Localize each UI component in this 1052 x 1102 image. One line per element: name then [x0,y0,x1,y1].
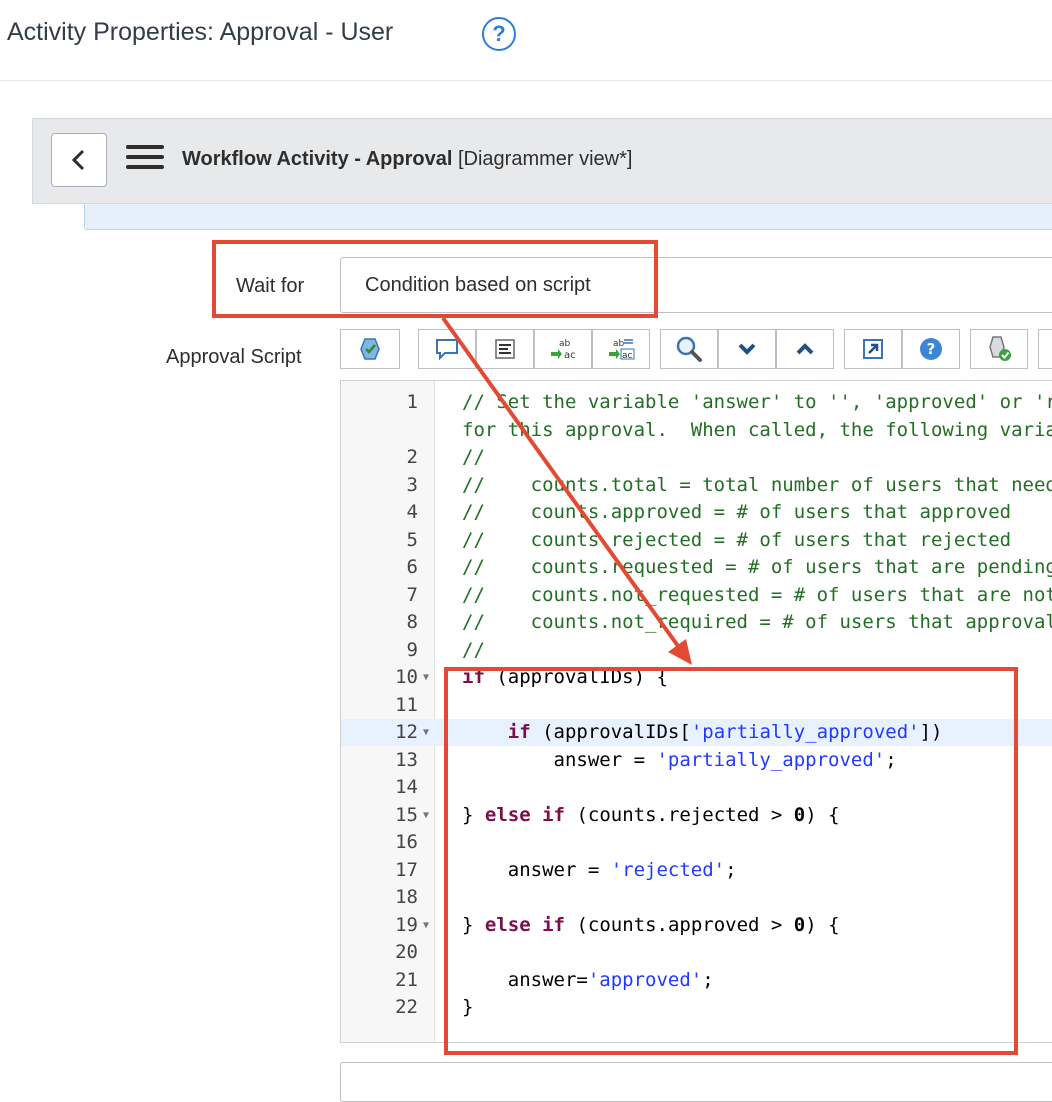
annotation-arrow [441,316,692,665]
